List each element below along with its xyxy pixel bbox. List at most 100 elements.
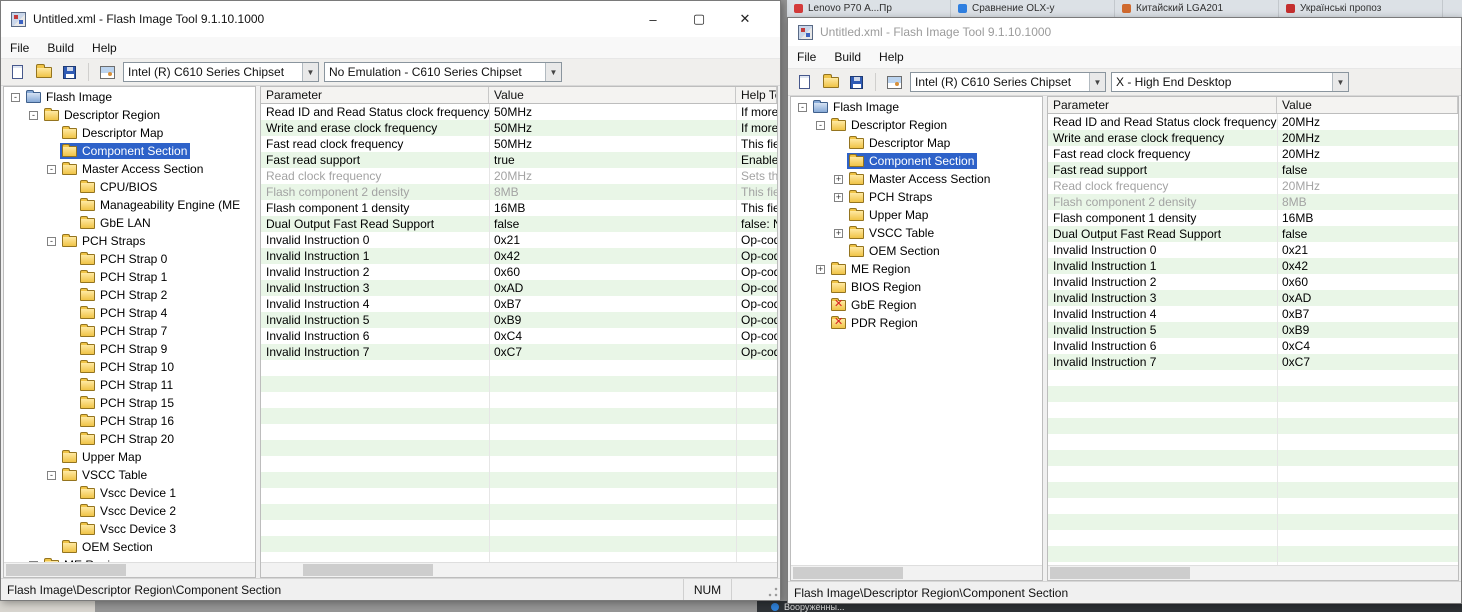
- tree-item-master-access-section[interactable]: - Master Access Section: [5, 160, 254, 178]
- tree-item-vscc-device-2[interactable]: Vscc Device 2: [5, 502, 254, 520]
- param-row-invalid-instruction-4[interactable]: Invalid Instruction 4 0xB7: [1048, 306, 1458, 322]
- param-row-flash-component-2-density[interactable]: Flash component 2 density 8MB: [1048, 194, 1458, 210]
- param-row-read-clock-frequency[interactable]: Read clock frequency 20MHz: [1048, 178, 1458, 194]
- tree-item-upper-map[interactable]: Upper Map: [5, 448, 254, 466]
- param-row-invalid-instruction-5[interactable]: Invalid Instruction 5 0xB9 Op-cod: [261, 312, 777, 328]
- tree-item-master-access-section[interactable]: + Master Access Section: [792, 170, 1041, 188]
- expand-icon[interactable]: +: [834, 228, 843, 238]
- tree-item-manageability-engine-me[interactable]: Manageability Engine (ME: [5, 196, 254, 214]
- tree-item-upper-map[interactable]: Upper Map: [792, 206, 1041, 224]
- menu-file[interactable]: File: [788, 50, 825, 64]
- param-row-invalid-instruction-4[interactable]: Invalid Instruction 4 0xB7 Op-cod: [261, 296, 777, 312]
- tree-item-pch-strap-20[interactable]: PCH Strap 20: [5, 430, 254, 448]
- scrollbar-thumb[interactable]: [303, 564, 433, 576]
- tree-item-vscc-table[interactable]: - VSCC Table: [5, 466, 254, 484]
- collapse-icon[interactable]: -: [47, 164, 56, 174]
- scrollbar-thumb[interactable]: [6, 564, 126, 576]
- tree-item-oem-section[interactable]: OEM Section: [5, 538, 254, 556]
- menu-help[interactable]: Help: [83, 41, 126, 55]
- chevron-down-icon[interactable]: ▼: [302, 63, 318, 81]
- tree-item-vscc-device-3[interactable]: Vscc Device 3: [5, 520, 254, 538]
- param-row-invalid-instruction-5[interactable]: Invalid Instruction 5 0xB9: [1048, 322, 1458, 338]
- menu-file[interactable]: File: [1, 41, 38, 55]
- new-file-button[interactable]: [7, 62, 28, 82]
- param-row-invalid-instruction-7[interactable]: Invalid Instruction 7 0xC7: [1048, 354, 1458, 370]
- tree-item-pch-strap-10[interactable]: PCH Strap 10: [5, 358, 254, 376]
- expand-icon[interactable]: +: [834, 192, 843, 202]
- param-row-fast-read-support[interactable]: Fast read support false: [1048, 162, 1458, 178]
- tree-item-vscc-device-1[interactable]: Vscc Device 1: [5, 484, 254, 502]
- param-row-invalid-instruction-2[interactable]: Invalid Instruction 2 0x60 Op-cod: [261, 264, 777, 280]
- param-row-invalid-instruction-0[interactable]: Invalid Instruction 0 0x21 Op-cod: [261, 232, 777, 248]
- tree-item-component-section[interactable]: Component Section: [5, 142, 254, 160]
- tree-item-pch-strap-2[interactable]: PCH Strap 2: [5, 286, 254, 304]
- titlebar[interactable]: Untitled.xml - Flash Image Tool 9.1.10.1…: [1, 1, 780, 37]
- param-row-fast-read-clock-frequency[interactable]: Fast read clock frequency 20MHz: [1048, 146, 1458, 162]
- param-row-flash-component-1-density[interactable]: Flash component 1 density 16MB This fie: [261, 200, 777, 216]
- open-file-button[interactable]: [33, 62, 54, 82]
- param-row-read-clock-frequency[interactable]: Read clock frequency 20MHz Sets th: [261, 168, 777, 184]
- chipset-select[interactable]: Intel (R) C610 Series Chipset ▼: [123, 62, 319, 82]
- param-row-write-and-erase-clock-frequency[interactable]: Write and erase clock frequency 20MHz: [1048, 130, 1458, 146]
- chevron-down-icon[interactable]: ▼: [545, 63, 561, 81]
- save-button[interactable]: [59, 62, 80, 82]
- table-horizontal-scrollbar[interactable]: [1048, 565, 1458, 580]
- scrollbar-thumb[interactable]: [1050, 567, 1190, 579]
- collapse-icon[interactable]: -: [47, 470, 56, 480]
- emulation-select[interactable]: No Emulation - C610 Series Chipset ▼: [324, 62, 562, 82]
- tree-item-descriptor-map[interactable]: Descriptor Map: [792, 134, 1041, 152]
- param-row-invalid-instruction-1[interactable]: Invalid Instruction 1 0x42: [1048, 258, 1458, 274]
- tree-item-descriptor-map[interactable]: Descriptor Map: [5, 124, 254, 142]
- tree-item-oem-section[interactable]: OEM Section: [792, 242, 1041, 260]
- tree-horizontal-scrollbar[interactable]: [4, 562, 255, 577]
- chevron-down-icon[interactable]: ▼: [1332, 73, 1348, 91]
- expand-icon[interactable]: +: [816, 264, 825, 274]
- tree-item-pch-strap-4[interactable]: PCH Strap 4: [5, 304, 254, 322]
- tree-item-bios-region[interactable]: BIOS Region: [792, 278, 1041, 296]
- column-header-parameter[interactable]: Parameter: [261, 87, 489, 103]
- tree-item-flash-image[interactable]: - Flash Image: [5, 88, 254, 106]
- tree-item-gbe-region[interactable]: ✕ GbE Region: [792, 296, 1041, 314]
- param-row-dual-output-fast-read-support[interactable]: Dual Output Fast Read Support false false:…: [261, 216, 777, 232]
- param-row-read-id-and-read-status-clock-frequency[interactable]: Read ID and Read Status clock frequency 2…: [1048, 114, 1458, 130]
- tree-item-pch-strap-15[interactable]: PCH Strap 15: [5, 394, 254, 412]
- param-row-invalid-instruction-3[interactable]: Invalid Instruction 3 0xAD: [1048, 290, 1458, 306]
- param-row-flash-component-1-density[interactable]: Flash component 1 density 16MB: [1048, 210, 1458, 226]
- param-row-invalid-instruction-2[interactable]: Invalid Instruction 2 0x60: [1048, 274, 1458, 290]
- chevron-down-icon[interactable]: ▼: [1089, 73, 1105, 91]
- tree-item-pdr-region[interactable]: ✕ PDR Region: [792, 314, 1041, 332]
- tree-item-flash-image[interactable]: - Flash Image: [792, 98, 1041, 116]
- tree-item-component-section[interactable]: Component Section: [792, 152, 1041, 170]
- scrollbar-thumb[interactable]: [793, 567, 903, 579]
- new-file-button[interactable]: [794, 72, 815, 92]
- titlebar[interactable]: Untitled.xml - Flash Image Tool 9.1.10.1…: [788, 18, 1461, 46]
- menu-build[interactable]: Build: [825, 50, 870, 64]
- param-row-invalid-instruction-6[interactable]: Invalid Instruction 6 0xC4 Op-cod: [261, 328, 777, 344]
- browser-tab-[interactable]: Українські пропоз: [1279, 0, 1443, 17]
- open-file-button[interactable]: [820, 72, 841, 92]
- close-button[interactable]: ✕: [722, 1, 768, 37]
- browser-tab-lga201[interactable]: Китайский LGA201: [1115, 0, 1279, 17]
- collapse-icon[interactable]: -: [29, 110, 38, 120]
- tree-item-pch-straps[interactable]: - PCH Straps: [5, 232, 254, 250]
- collapse-icon[interactable]: -: [47, 236, 56, 246]
- tree-item-gbe-lan[interactable]: GbE LAN: [5, 214, 254, 232]
- menu-build[interactable]: Build: [38, 41, 83, 55]
- collapse-icon[interactable]: -: [816, 120, 825, 130]
- param-row-invalid-instruction-1[interactable]: Invalid Instruction 1 0x42 Op-cod: [261, 248, 777, 264]
- param-row-invalid-instruction-6[interactable]: Invalid Instruction 6 0xC4: [1048, 338, 1458, 354]
- param-row-fast-read-clock-frequency[interactable]: Fast read clock frequency 50MHz This fie: [261, 136, 777, 152]
- column-header-help[interactable]: Help Te: [736, 87, 777, 103]
- minimize-button[interactable]: –: [630, 1, 676, 37]
- save-button[interactable]: [846, 72, 867, 92]
- tree-item-pch-strap-16[interactable]: PCH Strap 16: [5, 412, 254, 430]
- tree-item-me-region[interactable]: + ME Region: [792, 260, 1041, 278]
- tree-item-pch-strap-11[interactable]: PCH Strap 11: [5, 376, 254, 394]
- build-image-button[interactable]: [97, 62, 118, 82]
- maximize-button[interactable]: ▢: [676, 1, 722, 37]
- tree-item-pch-strap-0[interactable]: PCH Strap 0: [5, 250, 254, 268]
- table-horizontal-scrollbar[interactable]: [261, 562, 777, 577]
- param-row-write-and-erase-clock-frequency[interactable]: Write and erase clock frequency 50MHz If m…: [261, 120, 777, 136]
- browser-tab-olx[interactable]: Сравнение OLX-у: [951, 0, 1115, 17]
- chipset-select[interactable]: Intel (R) C610 Series Chipset ▼: [910, 72, 1106, 92]
